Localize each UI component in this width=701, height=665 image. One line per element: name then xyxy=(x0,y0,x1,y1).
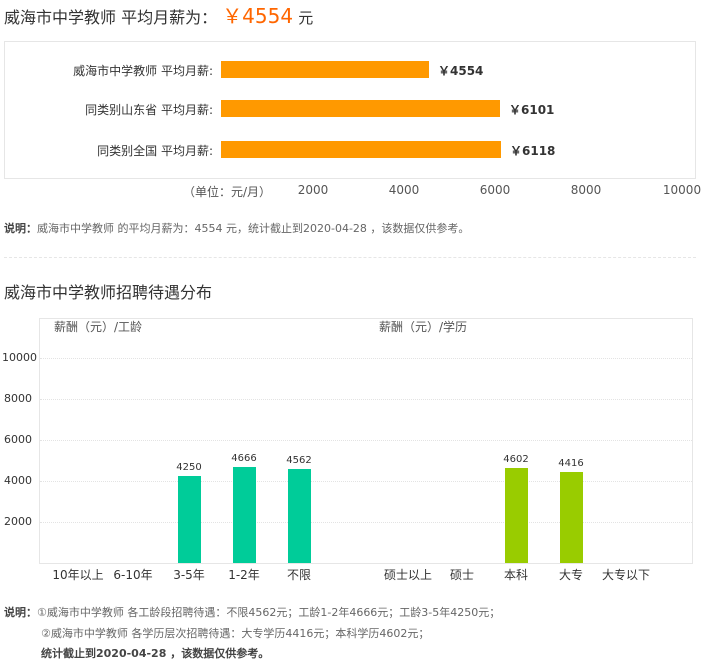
bar-value-label: 4602 xyxy=(503,454,529,466)
bar-value-label: 4416 xyxy=(558,458,584,470)
salary-bar xyxy=(221,100,500,117)
x-axis-unit-label: （单位：元/月） xyxy=(183,185,272,199)
note2-line3: 统计截止到2020-04-28 ，该数据仅供参考。 xyxy=(41,647,270,660)
section-title: 威海市中学教师招聘待遇分布 xyxy=(4,283,213,302)
salary-bar xyxy=(221,61,429,78)
subtitle-education: 薪酬（元）/学历 xyxy=(379,320,468,334)
x-category-label: 不限 xyxy=(286,568,311,582)
x-tick-label: 10000 xyxy=(662,183,701,197)
y-gridline xyxy=(40,480,692,482)
y-tick-label: 10000 xyxy=(2,350,37,364)
y-gridline xyxy=(40,521,692,523)
note2-line2: ②威海市中学教师 各学历层次招聘待遇：大专学历4416元；本科学历4602元； xyxy=(41,627,430,640)
subtitle-experience: 薪酬（元）/工龄 xyxy=(54,320,143,334)
y-tick-label: 4000 xyxy=(4,473,32,487)
section-divider xyxy=(4,257,696,258)
salary-bar xyxy=(504,468,528,563)
note-label: 说明： xyxy=(4,222,37,235)
note-average: 说明：威海市中学教师 的平均月薪为：4554 元，统计截止到2020-04-28… xyxy=(4,220,469,236)
x-category-label: 大专以下 xyxy=(601,568,650,582)
salary-bar xyxy=(287,469,311,563)
bar-category-label: 同类别全国 平均月薪: xyxy=(97,144,213,158)
note2-label: 说明： xyxy=(4,606,37,619)
bar-value-label: 4666 xyxy=(231,453,257,465)
y-tick-label: 2000 xyxy=(4,514,32,528)
y-gridline xyxy=(40,439,692,441)
y-gridline xyxy=(40,398,692,400)
salary-bar xyxy=(232,467,256,563)
bar-value-label: 4562 xyxy=(286,455,312,467)
bar-value-label: 4250 xyxy=(176,461,202,473)
salary-headline: 威海市中学教师 平均月薪为： ￥4554 元 xyxy=(4,0,313,29)
x-tick-label: 6000 xyxy=(479,183,511,197)
x-tick-label: 2000 xyxy=(297,183,329,197)
bar-category-label: 威海市中学教师 平均月薪: xyxy=(73,64,213,78)
headline-prefix: 威海市中学教师 平均月薪为： xyxy=(4,8,218,27)
y-tick-label: 8000 xyxy=(4,391,32,405)
y-tick-label: 6000 xyxy=(4,432,32,446)
salary-bar xyxy=(177,475,201,563)
note2-line1: ①威海市中学教师 各工龄段招聘待遇：不限4562元；工龄1-2年4666元；工龄… xyxy=(37,606,501,619)
x-tick-label: 8000 xyxy=(570,183,602,197)
note-distribution-1: 说明：①威海市中学教师 各工龄段招聘待遇：不限4562元；工龄1-2年4666元… xyxy=(4,604,500,620)
salary-bar xyxy=(221,141,501,158)
bar-value-label: ￥6101 xyxy=(509,103,555,117)
distribution-chart-panel xyxy=(39,318,693,564)
x-tick-label: 4000 xyxy=(388,183,420,197)
headline-unit: 元 xyxy=(298,9,314,27)
salary-bar xyxy=(559,472,583,563)
note-distribution-3: 统计截止到2020-04-28 ，该数据仅供参考。 xyxy=(41,645,269,661)
y-gridline xyxy=(40,357,692,359)
headline-amount: ￥4554 xyxy=(222,4,294,28)
bar-category-label: 同类别山东省 平均月薪: xyxy=(85,103,213,117)
note-text: 威海市中学教师 的平均月薪为：4554 元，统计截止到2020-04-28 ，该… xyxy=(37,222,470,235)
bar-value-label: ￥4554 xyxy=(438,64,484,78)
note-distribution-2: ②威海市中学教师 各学历层次招聘待遇：大专学历4416元；本科学历4602元； xyxy=(41,625,429,641)
bar-value-label: ￥6118 xyxy=(510,144,556,158)
